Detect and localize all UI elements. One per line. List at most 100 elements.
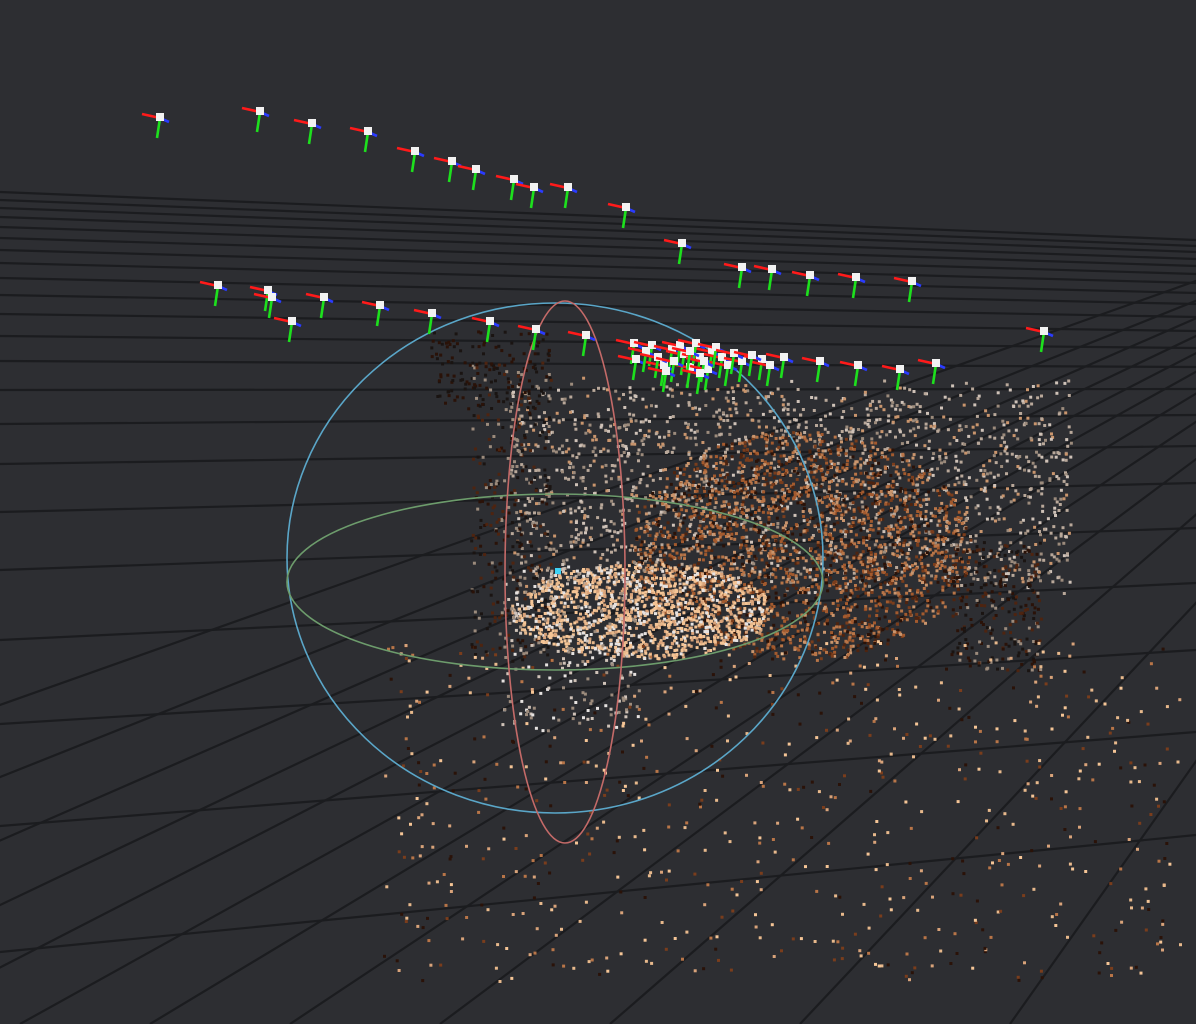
cloud-point (735, 501, 739, 505)
cloud-point (575, 455, 579, 459)
cloud-point (821, 449, 825, 453)
cloud-point (786, 426, 790, 430)
cloud-point (649, 609, 653, 613)
cloud-point (833, 473, 837, 477)
cloud-point (539, 524, 543, 528)
cloud-point (678, 590, 682, 594)
cloud-point (479, 576, 483, 580)
cloud-point (936, 546, 940, 550)
cloud-point (659, 553, 663, 557)
cloud-point (969, 495, 973, 499)
cloud-point (537, 468, 541, 472)
cloud-point (931, 541, 935, 545)
cloud-point (880, 492, 884, 496)
cloud-point (706, 514, 709, 518)
cloud-point (677, 556, 681, 560)
cloud-point (914, 489, 917, 493)
cloud-point (539, 650, 543, 654)
cloud-point (922, 498, 926, 502)
cloud-point (1005, 452, 1009, 456)
cloud-point (809, 568, 812, 572)
cloud-point (599, 450, 603, 453)
cloud-point (959, 516, 963, 520)
cloud-point (666, 393, 670, 397)
cloud-point (665, 477, 669, 481)
cloud-point (835, 584, 839, 588)
cloud-point (728, 425, 732, 429)
cloud-point (942, 542, 946, 546)
cloud-point (762, 568, 766, 572)
cloud-point (727, 542, 731, 546)
cloud-point (644, 525, 648, 529)
cloud-point (781, 501, 785, 505)
cloud-point (871, 399, 875, 403)
cloud-point (926, 604, 930, 608)
cloud-point (713, 474, 716, 478)
cloud-point (799, 493, 803, 497)
cloud-point (573, 581, 577, 585)
cloud-point (713, 556, 717, 560)
cloud-point (919, 511, 923, 515)
3d-viewport[interactable] (0, 0, 1196, 1024)
cloud-point (600, 503, 604, 507)
cloud-point (748, 495, 752, 499)
cloud-point (883, 562, 887, 566)
cloud-point (564, 476, 567, 480)
cloud-point (872, 631, 876, 635)
cloud-point (641, 472, 645, 476)
cloud-point (583, 507, 587, 511)
cloud-point (516, 374, 520, 378)
cloud-point (544, 440, 548, 444)
cloud-point (752, 562, 756, 566)
cloud-point (475, 366, 479, 370)
cloud-point (521, 449, 525, 453)
cloud-point (666, 521, 670, 525)
cloud-point (610, 499, 614, 503)
cloud-point (894, 470, 898, 474)
cloud-point (974, 506, 978, 510)
cloud-point (1061, 407, 1065, 411)
cloud-point (794, 574, 798, 578)
cloud-point (836, 447, 840, 451)
cloud-point (514, 470, 518, 474)
cloud-point (828, 465, 832, 469)
cloud-point (673, 495, 677, 499)
cloud-point (774, 491, 778, 495)
cloud-point (1064, 458, 1068, 462)
cloud-point (671, 394, 675, 398)
cloud-point (708, 561, 712, 564)
cloud-point (540, 366, 544, 370)
cloud-point (761, 536, 765, 540)
cloud-point (802, 538, 806, 542)
cloud-point (648, 534, 652, 537)
cloud-point (786, 629, 790, 632)
cloud-point (658, 490, 662, 494)
cloud-point (507, 380, 511, 384)
cloud-point (716, 612, 720, 616)
cloud-point (709, 566, 713, 569)
cloud-point (1016, 437, 1020, 441)
cloud-point (864, 570, 868, 574)
cloud-point (625, 427, 628, 431)
cloud-point (898, 489, 902, 493)
scene-canvas[interactable] (0, 0, 1196, 1024)
cloud-point (773, 476, 777, 480)
cloud-point (985, 517, 989, 521)
cloud-point (727, 626, 731, 630)
cloud-point (1028, 495, 1032, 499)
cloud-point (533, 476, 537, 480)
cloud-point (718, 433, 722, 437)
cloud-point (687, 483, 691, 487)
cloud-point (550, 445, 554, 449)
cloud-point (892, 575, 896, 579)
cloud-point (932, 488, 936, 492)
cloud-point (726, 418, 730, 422)
cloud-point (552, 642, 556, 646)
cloud-point (484, 361, 488, 365)
cloud-point (541, 430, 544, 434)
cloud-point (1006, 421, 1010, 425)
cloud-point (564, 642, 568, 646)
cloud-point (608, 529, 612, 533)
cloud-point (1057, 412, 1061, 416)
cloud-point (593, 434, 597, 438)
